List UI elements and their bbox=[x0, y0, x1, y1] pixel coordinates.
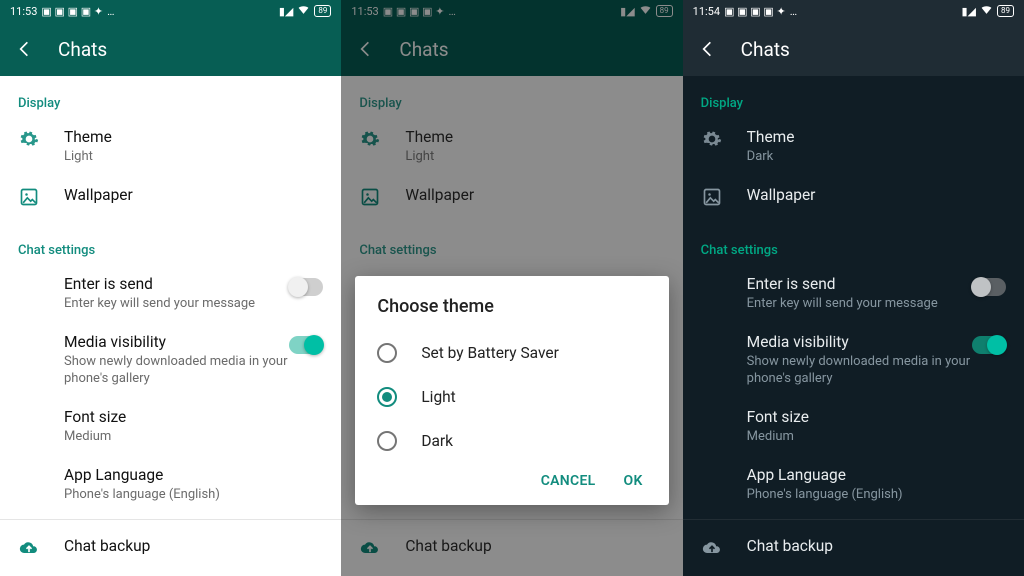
row-app-language[interactable]: App Language Phone's language (English) bbox=[0, 455, 341, 513]
row-backup-title: Chat backup bbox=[747, 536, 1006, 556]
section-display: Display bbox=[0, 88, 341, 117]
divider bbox=[0, 519, 341, 520]
row-theme-title: Theme bbox=[747, 127, 1006, 147]
row-media-sub: Show newly downloaded media in your phon… bbox=[64, 353, 323, 387]
toggle-enter-is-send[interactable] bbox=[972, 278, 1006, 296]
row-lang-sub: Phone's language (English) bbox=[64, 486, 323, 503]
row-enter-sub: Enter key will send your message bbox=[747, 295, 1006, 312]
row-theme[interactable]: Theme Light bbox=[0, 117, 341, 175]
toggle-media-visibility[interactable] bbox=[972, 336, 1006, 354]
theme-option-battery[interactable]: Set by Battery Saver bbox=[377, 331, 646, 375]
app-bar: Chats bbox=[0, 22, 341, 76]
row-media-sub: Show newly downloaded media in your phon… bbox=[747, 353, 1006, 387]
row-wallpaper-title: Wallpaper bbox=[747, 185, 1006, 205]
row-enter-title: Enter is send bbox=[64, 274, 323, 294]
row-enter-sub: Enter key will send your message bbox=[64, 295, 323, 312]
section-display: Display bbox=[683, 88, 1024, 117]
cloud-upload-icon bbox=[18, 536, 40, 558]
wallpaper-icon bbox=[18, 185, 40, 207]
page-title: Chats bbox=[741, 38, 790, 61]
signal-icon: ▮◢ bbox=[279, 5, 294, 18]
wifi-icon bbox=[980, 3, 993, 19]
row-wallpaper[interactable]: Wallpaper bbox=[0, 175, 341, 217]
row-lang-sub: Phone's language (English) bbox=[747, 486, 1006, 503]
row-backup-title: Chat backup bbox=[64, 536, 323, 556]
row-wallpaper[interactable]: Wallpaper bbox=[683, 175, 1024, 217]
section-chat: Chat settings bbox=[683, 235, 1024, 264]
wifi-icon bbox=[297, 3, 310, 19]
theme-option-label: Dark bbox=[421, 432, 453, 450]
row-lang-title: App Language bbox=[64, 465, 323, 485]
row-font-title: Font size bbox=[64, 407, 323, 427]
toggle-media-visibility[interactable] bbox=[289, 336, 323, 354]
battery-icon: 89 bbox=[997, 5, 1014, 17]
status-notif-icons: ▣ ▣ ▣ ▣ ✦ bbox=[41, 5, 103, 18]
row-theme-sub: Light bbox=[64, 148, 323, 165]
row-enter-title: Enter is send bbox=[747, 274, 1006, 294]
app-bar: Chats bbox=[683, 22, 1024, 76]
dialog-title: Choose theme bbox=[377, 296, 646, 317]
theme-option-label: Set by Battery Saver bbox=[421, 344, 559, 362]
status-bar: 11:53 ▣ ▣ ▣ ▣ ✦ … ▮◢ 89 bbox=[0, 0, 341, 22]
theme-option-light[interactable]: Light bbox=[377, 375, 646, 419]
status-bar: 11:54 ▣ ▣ ▣ ▣ ✦ … ▮◢ 89 bbox=[683, 0, 1024, 22]
theme-option-dark[interactable]: Dark bbox=[377, 419, 646, 463]
row-lang-title: App Language bbox=[747, 465, 1006, 485]
radio-checked-icon bbox=[377, 387, 397, 407]
battery-icon: 89 bbox=[314, 5, 331, 17]
page-title: Chats bbox=[58, 38, 107, 61]
row-font-sub: Medium bbox=[64, 428, 323, 445]
theme-dialog: Choose theme Set by Battery Saver Light … bbox=[355, 276, 668, 505]
screenshot-light: 11:53 ▣ ▣ ▣ ▣ ✦ … ▮◢ 89 Chats Display Th… bbox=[0, 0, 341, 576]
section-chat: Chat settings bbox=[0, 235, 341, 264]
back-icon[interactable] bbox=[697, 39, 717, 59]
row-chat-backup[interactable]: Chat backup bbox=[0, 526, 341, 568]
row-media-title: Media visibility bbox=[64, 332, 323, 352]
row-font-size[interactable]: Font size Medium bbox=[0, 397, 341, 455]
status-time: 11:54 bbox=[693, 5, 720, 18]
theme-option-label: Light bbox=[421, 388, 455, 406]
row-font-sub: Medium bbox=[747, 428, 1006, 445]
row-media-visibility[interactable]: Media visibility Show newly downloaded m… bbox=[0, 322, 341, 397]
gear-icon bbox=[701, 127, 723, 149]
status-dots: … bbox=[790, 5, 797, 18]
cancel-button[interactable]: CANCEL bbox=[541, 473, 596, 489]
radio-unchecked-icon bbox=[377, 343, 397, 363]
status-time: 11:53 bbox=[10, 5, 37, 18]
status-notif-icons: ▣ ▣ ▣ ▣ ✦ bbox=[724, 5, 786, 18]
wallpaper-icon bbox=[701, 185, 723, 207]
ok-button[interactable]: OK bbox=[624, 473, 643, 489]
back-icon[interactable] bbox=[14, 39, 34, 59]
radio-unchecked-icon bbox=[377, 431, 397, 451]
cloud-upload-icon bbox=[701, 536, 723, 558]
row-media-title: Media visibility bbox=[747, 332, 1006, 352]
gear-icon bbox=[18, 127, 40, 149]
signal-icon: ▮◢ bbox=[961, 5, 976, 18]
row-chat-backup[interactable]: Chat backup bbox=[683, 526, 1024, 568]
row-media-visibility[interactable]: Media visibility Show newly downloaded m… bbox=[683, 322, 1024, 397]
row-theme-sub: Dark bbox=[747, 148, 1006, 165]
row-font-title: Font size bbox=[747, 407, 1006, 427]
row-theme[interactable]: Theme Dark bbox=[683, 117, 1024, 175]
screenshot-dark: 11:54 ▣ ▣ ▣ ▣ ✦ … ▮◢ 89 Chats Display Th… bbox=[683, 0, 1024, 576]
settings-list: Display Theme Dark Wallpaper Chat settin… bbox=[683, 76, 1024, 576]
toggle-enter-is-send[interactable] bbox=[289, 278, 323, 296]
row-font-size[interactable]: Font size Medium bbox=[683, 397, 1024, 455]
screenshot-theme-dialog: 11:53 ▣ ▣ ▣ ▣ ✦ … ▮◢ 89 Chats Display Th… bbox=[341, 0, 682, 576]
row-app-language[interactable]: App Language Phone's language (English) bbox=[683, 455, 1024, 513]
row-wallpaper-title: Wallpaper bbox=[64, 185, 323, 205]
divider bbox=[683, 519, 1024, 520]
row-theme-title: Theme bbox=[64, 127, 323, 147]
row-enter-is-send[interactable]: Enter is send Enter key will send your m… bbox=[683, 264, 1024, 322]
row-enter-is-send[interactable]: Enter is send Enter key will send your m… bbox=[0, 264, 341, 322]
status-dots: … bbox=[107, 5, 114, 18]
settings-list: Display Theme Light Wallpaper Chat setti… bbox=[0, 76, 341, 576]
